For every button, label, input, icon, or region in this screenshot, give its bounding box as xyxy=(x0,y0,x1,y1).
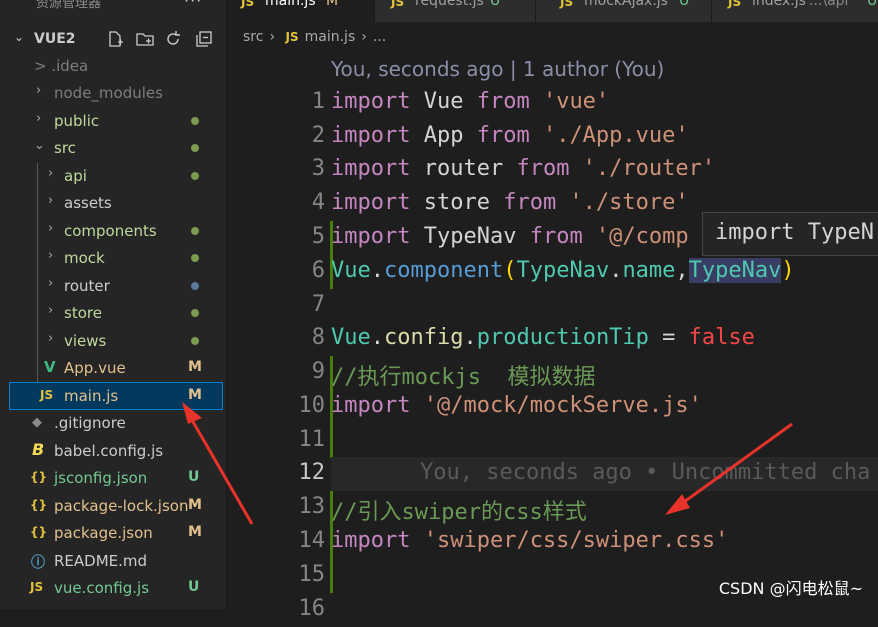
red-arrowhead-left xyxy=(182,402,202,424)
red-arrow-left xyxy=(190,419,254,525)
annotation-arrows xyxy=(182,402,793,525)
red-arrowhead-right xyxy=(665,494,690,515)
red-arrow-right xyxy=(683,422,793,504)
watermark: CSDN @闪电松鼠~ xyxy=(718,579,863,598)
